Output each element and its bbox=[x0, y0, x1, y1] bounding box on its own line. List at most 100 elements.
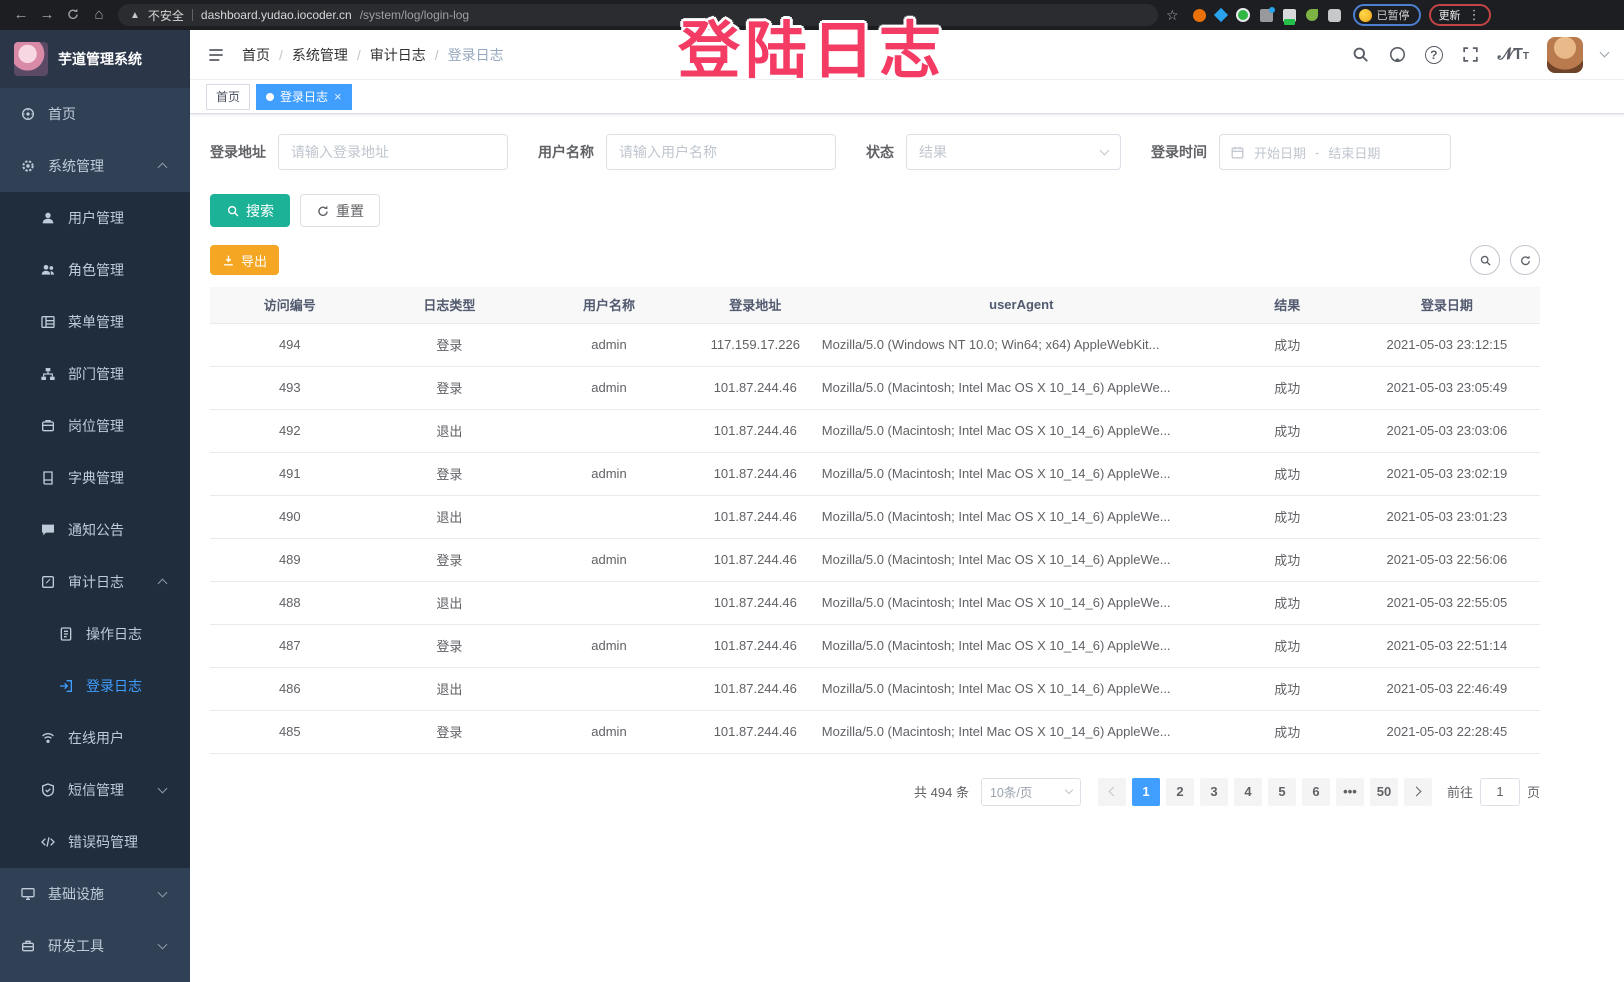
browser-reload-icon[interactable] bbox=[60, 0, 86, 30]
avatar-caret-icon[interactable] bbox=[1600, 48, 1610, 58]
fullscreen-icon[interactable] bbox=[1461, 45, 1480, 64]
table-cell: 成功 bbox=[1221, 538, 1354, 581]
pager-page-1[interactable]: 1 bbox=[1132, 778, 1160, 806]
logo-image bbox=[14, 42, 48, 76]
browser-update-button[interactable]: 更新 ⋮ bbox=[1429, 4, 1491, 26]
table-cell: 491 bbox=[210, 452, 370, 495]
chevron-right-icon bbox=[1412, 787, 1422, 797]
sidebar-item-operate-log[interactable]: 操作日志 bbox=[0, 608, 190, 660]
reset-button[interactable]: 重置 bbox=[300, 194, 380, 227]
sidebar-item-audit-log[interactable]: 审计日志 bbox=[0, 556, 190, 608]
browser-menu-icon[interactable]: ⋮ bbox=[1468, 7, 1481, 23]
end-date-placeholder: 结束日期 bbox=[1328, 143, 1380, 162]
sidebar-item-system[interactable]: 系统管理 bbox=[0, 140, 190, 192]
status-select[interactable]: 结果 bbox=[906, 134, 1121, 170]
sidebar-item-dev-tool[interactable]: 研发工具 bbox=[0, 920, 190, 972]
username-input[interactable] bbox=[606, 134, 836, 170]
extension-icon[interactable] bbox=[1306, 9, 1318, 21]
address-bar[interactable]: ▲ 不安全 dashboard.yudao.iocoder.cn/system/… bbox=[118, 4, 1158, 26]
browser-home-icon[interactable]: ⌂ bbox=[86, 0, 112, 30]
search-button[interactable]: 搜索 bbox=[210, 194, 290, 227]
table-cell: 成功 bbox=[1221, 409, 1354, 452]
prev-page-button[interactable] bbox=[1098, 778, 1126, 806]
tag-close-icon[interactable]: × bbox=[334, 90, 342, 103]
sidebar-item-label: 错误码管理 bbox=[68, 832, 138, 852]
sidebar-item-role[interactable]: 角色管理 bbox=[0, 244, 190, 296]
paused-badge[interactable]: 已暂停 bbox=[1353, 4, 1421, 26]
goto-page-input[interactable] bbox=[1480, 778, 1520, 806]
help-icon[interactable]: ? bbox=[1425, 46, 1443, 64]
next-page-button[interactable] bbox=[1404, 778, 1432, 806]
pager-ellipsis[interactable]: ••• bbox=[1336, 778, 1364, 806]
table-toolbar: 导出 bbox=[210, 245, 1540, 275]
browser-back-icon[interactable]: ← bbox=[8, 0, 34, 30]
breadcrumb-item[interactable]: 系统管理 bbox=[292, 45, 348, 65]
sidebar-item-login-log[interactable]: 登录日志 bbox=[0, 660, 190, 712]
table-cell: 2021-05-03 22:46:49 bbox=[1354, 667, 1540, 710]
date-range-picker[interactable]: 开始日期 - 结束日期 bbox=[1219, 134, 1451, 170]
breadcrumb-item[interactable]: 首页 bbox=[242, 45, 270, 65]
sidebar-logo[interactable]: 芋道管理系统 bbox=[0, 30, 190, 88]
pager-page-2[interactable]: 2 bbox=[1166, 778, 1194, 806]
total-count: 共 494 条 bbox=[914, 782, 969, 801]
table-cell: Mozilla/5.0 (Macintosh; Intel Mac OS X 1… bbox=[822, 710, 1221, 753]
tag-home[interactable]: 首页 bbox=[206, 84, 250, 110]
sidebar-item-label: 用户管理 bbox=[68, 208, 124, 228]
breadcrumb-separator: / bbox=[435, 47, 439, 63]
page-size-select[interactable]: 10条/页 bbox=[981, 778, 1081, 806]
extensions-puzzle-icon[interactable] bbox=[1328, 9, 1341, 22]
refresh-table-button[interactable] bbox=[1510, 245, 1540, 275]
table-cell bbox=[529, 409, 689, 452]
toolbar-right bbox=[1470, 245, 1540, 275]
table-cell: Mozilla/5.0 (Windows NT 10.0; Win64; x64… bbox=[822, 323, 1221, 366]
sidebar-item-notice[interactable]: 通知公告 bbox=[0, 504, 190, 556]
column-header: 访问编号 bbox=[210, 287, 370, 323]
sidebar-item-error-code[interactable]: 错误码管理 bbox=[0, 816, 190, 868]
table-row: 486退出101.87.244.46Mozilla/5.0 (Macintosh… bbox=[210, 667, 1540, 710]
sidebar-item-home[interactable]: 首页 bbox=[0, 88, 190, 140]
sidebar-item-label: 登录日志 bbox=[86, 676, 142, 696]
sidebar-item-sms[interactable]: 短信管理 bbox=[0, 764, 190, 816]
tag-login-log[interactable]: 登录日志 × bbox=[256, 84, 352, 110]
table-cell: 2021-05-03 22:28:45 bbox=[1354, 710, 1540, 753]
table-cell: 2021-05-03 23:12:15 bbox=[1354, 323, 1540, 366]
browser-forward-icon[interactable]: → bbox=[34, 0, 60, 30]
extension-icon[interactable] bbox=[1260, 9, 1273, 22]
pager-page-5[interactable]: 5 bbox=[1268, 778, 1296, 806]
table-cell bbox=[529, 495, 689, 538]
table-cell: 101.87.244.46 bbox=[689, 624, 822, 667]
sidebar-item-online-user[interactable]: 在线用户 bbox=[0, 712, 190, 764]
users-icon bbox=[40, 262, 56, 278]
header-search-icon[interactable] bbox=[1351, 45, 1370, 64]
extension-icon[interactable] bbox=[1213, 8, 1227, 22]
font-size-icon[interactable]: 𝓝TT bbox=[1498, 46, 1529, 64]
pager-page-3[interactable]: 3 bbox=[1200, 778, 1228, 806]
pager-page-4[interactable]: 4 bbox=[1234, 778, 1262, 806]
table-cell: 101.87.244.46 bbox=[689, 581, 822, 624]
sidebar-item-dict[interactable]: 字典管理 bbox=[0, 452, 190, 504]
pager-page-6[interactable]: 6 bbox=[1302, 778, 1330, 806]
toggle-search-button[interactable] bbox=[1470, 245, 1500, 275]
user-avatar[interactable] bbox=[1547, 37, 1583, 73]
bookmark-star-icon[interactable]: ☆ bbox=[1166, 7, 1179, 24]
extension-icon[interactable] bbox=[1193, 9, 1206, 22]
column-header: userAgent bbox=[822, 287, 1221, 323]
sidebar-item-dept[interactable]: 部门管理 bbox=[0, 348, 190, 400]
table-cell: 2021-05-03 22:51:14 bbox=[1354, 624, 1540, 667]
sidebar-item-menu[interactable]: 菜单管理 bbox=[0, 296, 190, 348]
pager-page-50[interactable]: 50 bbox=[1370, 778, 1398, 806]
sidebar-item-post[interactable]: 岗位管理 bbox=[0, 400, 190, 452]
sidebar-item-user[interactable]: 用户管理 bbox=[0, 192, 190, 244]
sidebar-item-infra[interactable]: 基础设施 bbox=[0, 868, 190, 920]
extensions-row bbox=[1193, 8, 1341, 22]
breadcrumb-item[interactable]: 审计日志 bbox=[370, 45, 426, 65]
extension-icon[interactable] bbox=[1283, 9, 1296, 22]
hamburger-icon[interactable] bbox=[206, 45, 226, 65]
github-icon[interactable] bbox=[1388, 45, 1407, 64]
address-input[interactable] bbox=[278, 134, 508, 170]
log-icon bbox=[40, 574, 56, 590]
table-cell: 486 bbox=[210, 667, 370, 710]
table-cell: 成功 bbox=[1221, 710, 1354, 753]
extension-icon[interactable] bbox=[1236, 8, 1250, 22]
export-button[interactable]: 导出 bbox=[210, 245, 279, 275]
